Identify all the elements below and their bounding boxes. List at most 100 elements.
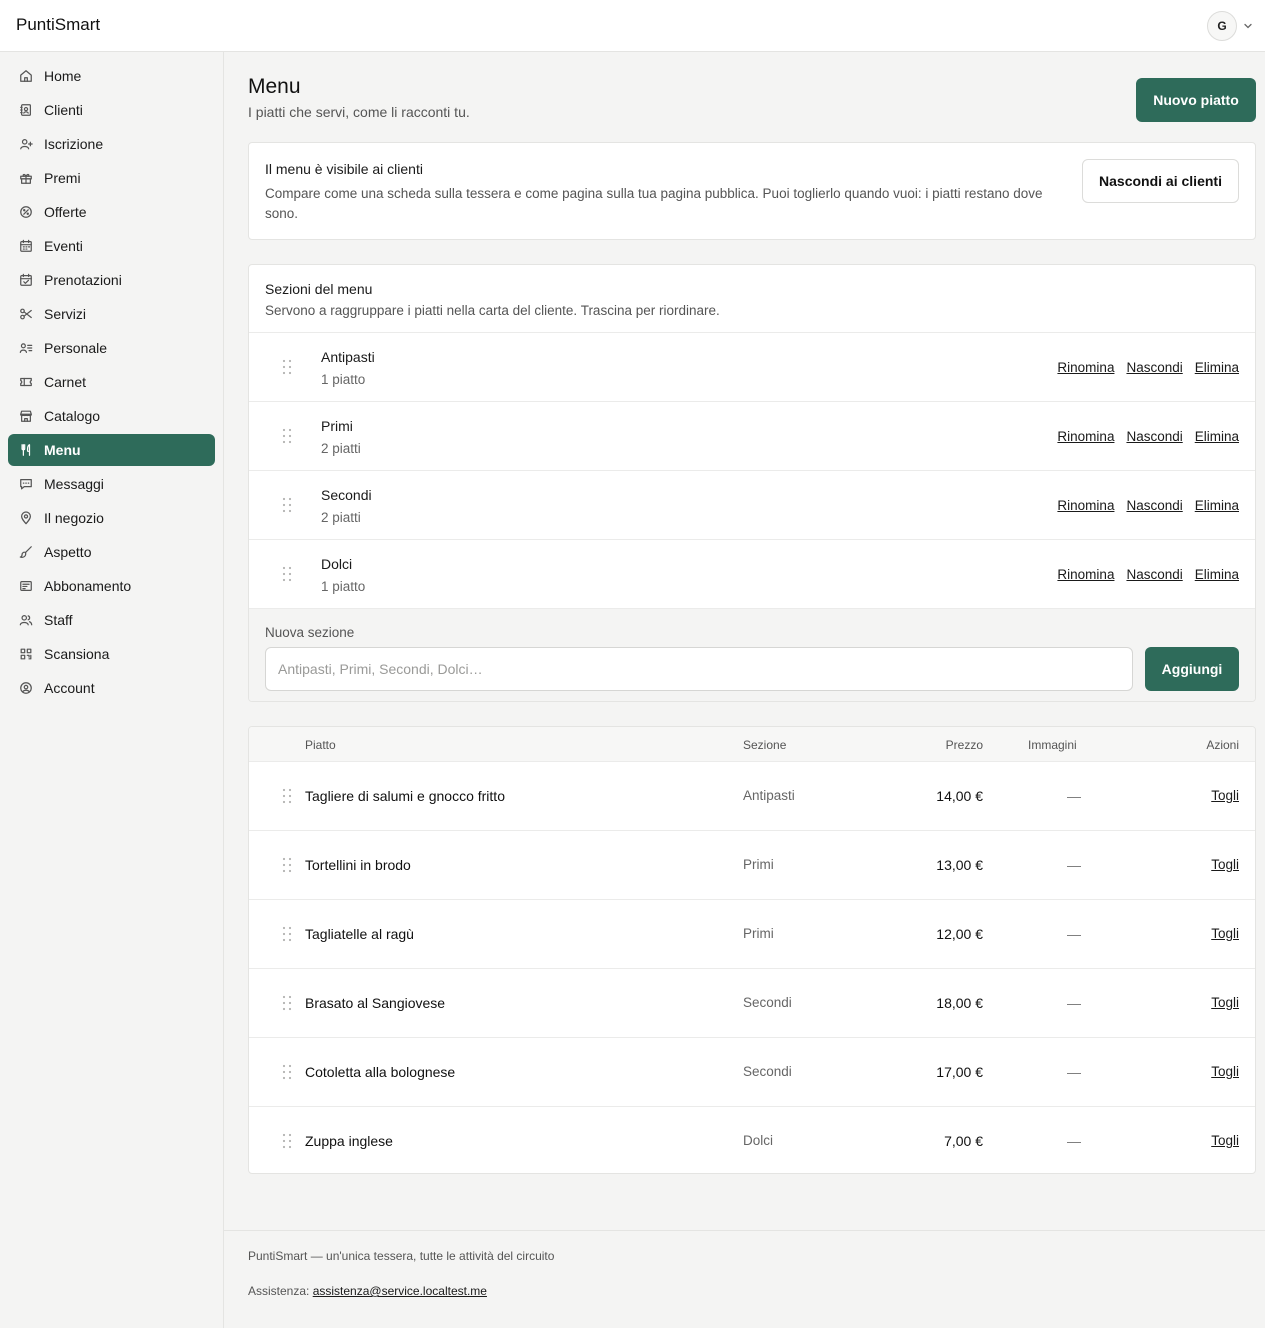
section-row: Primi 2 piatti Rinomina Nascondi Elimina [249,402,1255,471]
sidebar-item-scansiona[interactable]: Scansiona [8,638,215,670]
hide-section-link[interactable]: Nascondi [1126,360,1182,375]
sidebar-item-label: Carnet [44,374,87,390]
sidebar-item-label: Menu [44,442,81,458]
contacts-icon [20,104,31,116]
new-dish-button[interactable]: Nuovo piatto [1136,78,1256,122]
sections-description: Servono a raggruppare i piatti nella car… [265,303,720,318]
hide-section-link[interactable]: Nascondi [1126,429,1182,444]
page-subtitle: I piatti che servi, come li racconti tu. [248,104,470,120]
dish-images: — [1067,788,1081,804]
chevron-down-icon [1244,23,1252,29]
sidebar-item-carnet[interactable]: Carnet [8,366,215,398]
sidebar-item-home[interactable]: Home [8,60,215,92]
user-plus-icon [20,139,33,150]
drag-handle-icon[interactable] [282,1133,292,1149]
remove-dish-link[interactable]: Togli [1211,857,1239,872]
column-price: Prezzo [945,738,983,752]
sidebar-item-abbonamento[interactable]: Abbonamento [8,570,215,602]
brand-name[interactable]: PuntiSmart [16,15,100,35]
sidebar-item-messaggi[interactable]: Messaggi [8,468,215,500]
drag-handle-icon[interactable] [282,359,292,375]
sidebar-item-offerte[interactable]: Offerte [8,196,215,228]
sidebar-item-label: Servizi [44,306,87,322]
dish-price: 13,00 € [936,857,983,873]
sidebar-item-label: Catalogo [44,408,101,424]
brush-icon [19,546,32,558]
sidebar-item-account[interactable]: Account [8,672,215,704]
dish-name: Cotoletta alla bolognese [305,1064,456,1080]
rename-section-link[interactable]: Rinomina [1057,498,1114,513]
sidebar-item-eventi[interactable]: Eventi [8,230,215,262]
sidebar-item-clienti[interactable]: Clienti [8,94,215,126]
support-label: Assistenza: [248,1284,310,1298]
remove-dish-link[interactable]: Togli [1211,1133,1239,1148]
table-row: Tagliere di salumi e gnocco fritto Antipa… [249,762,1255,831]
add-section-button[interactable]: Aggiungi [1145,647,1239,691]
delete-section-link[interactable]: Elimina [1195,360,1239,375]
sidebar-item-label: Messaggi [44,476,104,492]
drag-handle-icon[interactable] [282,497,292,513]
sidebar-item-label: Scansiona [44,646,110,662]
user-menu-button[interactable]: G [1207,11,1253,41]
drag-handle-icon[interactable] [282,926,292,942]
column-section: Sezione [743,738,787,752]
dish-name: Tagliere di salumi e gnocco fritto [305,788,505,804]
drag-handle-icon[interactable] [282,566,292,582]
section-list: Antipasti 1 piatto Rinomina Nascondi Elimina… [249,333,1255,609]
receipt-icon [20,581,32,591]
sidebar-nav: Home Clienti Iscrizione Premi Offerte Eventi P… [8,60,215,706]
rename-section-link[interactable]: Rinomina [1057,360,1114,375]
sidebar-item-label: Staff [44,612,73,628]
dish-section: Dolci [743,1133,774,1148]
dish-price: 17,00 € [936,1064,983,1080]
table-row: Cotoletta alla bolognese Secondi 17,00 € — T… [249,1038,1255,1107]
new-section-input[interactable] [265,647,1133,691]
sidebar: Home Clienti Iscrizione Premi Offerte Eventi P… [0,52,224,1328]
hide-from-customers-button[interactable]: Nascondi ai clienti [1082,159,1239,203]
table-row: Brasato al Sangiovese Secondi 18,00 € — Togl… [249,969,1255,1038]
section-row: Dolci 1 piatto Rinomina Nascondi Elimina [249,540,1255,609]
hide-section-link[interactable]: Nascondi [1126,498,1182,513]
rename-section-link[interactable]: Rinomina [1057,429,1114,444]
sidebar-item-prenotazioni[interactable]: Prenotazioni [8,264,215,296]
section-name: Primi [321,418,353,434]
drag-handle-icon[interactable] [282,1064,292,1080]
remove-dish-link[interactable]: Togli [1211,995,1239,1010]
dish-images: — [1067,926,1081,942]
sidebar-item-label: Offerte [44,204,87,220]
hide-section-link[interactable]: Nascondi [1126,567,1182,582]
dish-name: Zuppa inglese [305,1133,393,1149]
sidebar-item-label: Account [44,680,95,696]
new-section-form: Nuova sezione Aggiungi [249,609,1255,701]
dish-name: Tagliatelle al ragù [305,926,414,942]
sidebar-item-label: Abbonamento [44,578,132,594]
drag-handle-icon[interactable] [282,788,292,804]
column-images: Immagini [1028,738,1077,752]
remove-dish-link[interactable]: Togli [1211,788,1239,803]
drag-handle-icon[interactable] [282,857,292,873]
sidebar-item-label: Iscrizione [44,136,104,152]
remove-dish-link[interactable]: Togli [1211,1064,1239,1079]
sidebar-item-iscrizione[interactable]: Iscrizione [8,128,215,160]
sidebar-item-staff[interactable]: Staff [8,604,215,636]
sidebar-item-catalogo[interactable]: Catalogo [8,400,215,432]
support-email-link[interactable]: assistenza@service.localtest.me [313,1284,487,1298]
sidebar-item-menu[interactable]: Menu [8,434,215,466]
top-bar: PuntiSmart G [0,0,1265,52]
sidebar-item-servizi[interactable]: Servizi [8,298,215,330]
section-name: Dolci [321,556,353,572]
delete-section-link[interactable]: Elimina [1195,429,1239,444]
delete-section-link[interactable]: Elimina [1195,567,1239,582]
rename-section-link[interactable]: Rinomina [1057,567,1114,582]
sidebar-item-personale[interactable]: Personale [8,332,215,364]
sidebar-item-premi[interactable]: Premi [8,162,215,194]
sidebar-item-label: Clienti [44,102,83,118]
users-icon [19,615,33,626]
remove-dish-link[interactable]: Togli [1211,926,1239,941]
table-row: Tortellini in brodo Primi 13,00 € — Togli [249,831,1255,900]
drag-handle-icon[interactable] [282,428,292,444]
sidebar-item-il-negozio[interactable]: Il negozio [8,502,215,534]
delete-section-link[interactable]: Elimina [1195,498,1239,513]
sidebar-item-aspetto[interactable]: Aspetto [8,536,215,568]
drag-handle-icon[interactable] [282,995,292,1011]
